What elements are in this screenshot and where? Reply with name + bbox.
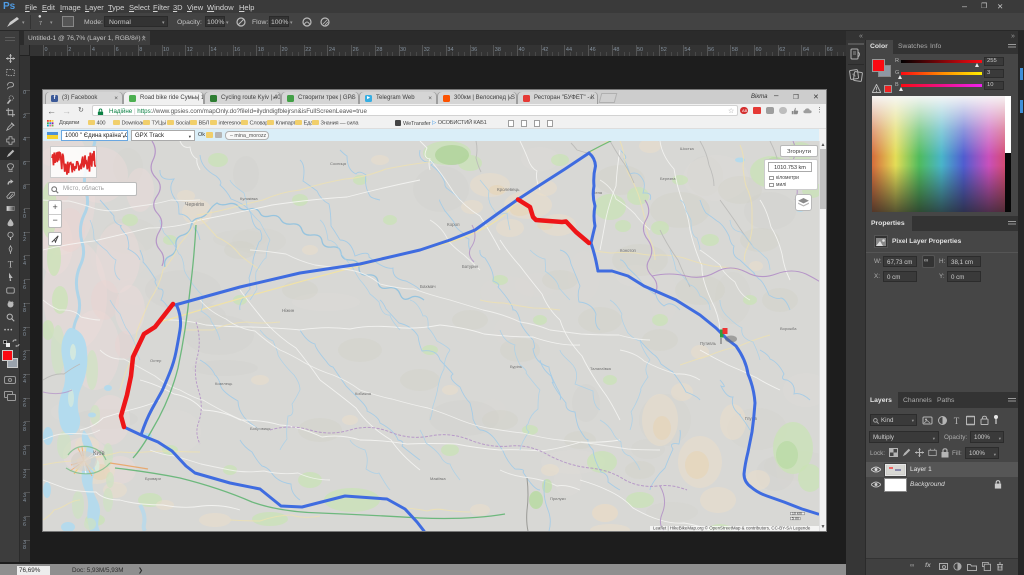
svg-text:Київ: Київ bbox=[93, 451, 105, 457]
svg-text:Сосниця: Сосниця bbox=[330, 161, 346, 166]
svg-text:Кролевець: Кролевець bbox=[497, 187, 520, 192]
svg-text:Бобровиця: Бобровиця bbox=[250, 426, 270, 431]
svg-text:Талалаївка: Талалаївка bbox=[590, 366, 612, 371]
svg-text:Березна: Березна bbox=[660, 176, 676, 181]
svg-text:Бровари: Бровари bbox=[145, 476, 161, 481]
svg-text:Остер: Остер bbox=[150, 358, 162, 363]
svg-text:✎: ✎ bbox=[852, 73, 856, 79]
svg-text:Куликівка: Куликівка bbox=[240, 196, 258, 201]
svg-text:Конотоп: Конотоп bbox=[620, 248, 636, 253]
svg-text:T: T bbox=[954, 416, 960, 426]
svg-text:Батурин: Батурин bbox=[462, 264, 479, 269]
svg-text:Бахмач: Бахмач bbox=[420, 284, 436, 289]
svg-text:Кобижча: Кобижча bbox=[355, 391, 372, 396]
svg-text:Ніжин: Ніжин bbox=[282, 308, 295, 313]
svg-text:Ворожба: Ворожба bbox=[780, 326, 797, 331]
svg-text:Прилуки: Прилуки bbox=[550, 496, 566, 501]
svg-text:Глухів: Глухів bbox=[745, 416, 758, 421]
svg-text:Чернігів: Чернігів bbox=[185, 202, 204, 208]
svg-text:T: T bbox=[7, 259, 13, 268]
svg-text:Бурінь: Бурінь bbox=[510, 364, 522, 369]
svg-text:Шостка: Шостка bbox=[680, 146, 695, 151]
svg-text:Козелець: Козелець bbox=[215, 381, 232, 386]
svg-text:Путивль: Путивль bbox=[700, 341, 717, 346]
svg-text:Макіївка: Макіївка bbox=[430, 476, 446, 481]
svg-text:Короп: Короп bbox=[447, 222, 460, 227]
